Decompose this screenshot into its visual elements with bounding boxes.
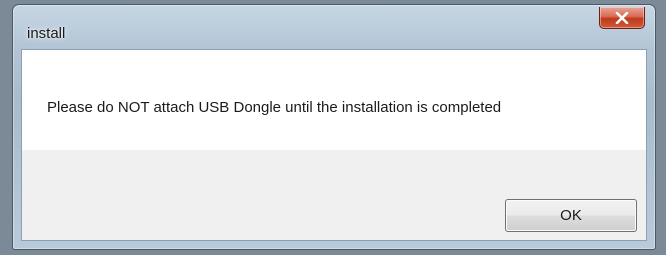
close-icon xyxy=(615,11,629,24)
window-title: install xyxy=(27,25,66,42)
title-bar[interactable]: install xyxy=(13,5,655,49)
dialog-message: Please do NOT attach USB Dongle until th… xyxy=(47,99,502,116)
close-button[interactable] xyxy=(599,7,645,29)
dialog-body: Please do NOT attach USB Dongle until th… xyxy=(21,49,647,241)
dialog-window: install Please do NOT attach USB Dongle … xyxy=(12,4,656,250)
button-bar: OK xyxy=(22,150,646,240)
ok-button[interactable]: OK xyxy=(505,199,637,232)
